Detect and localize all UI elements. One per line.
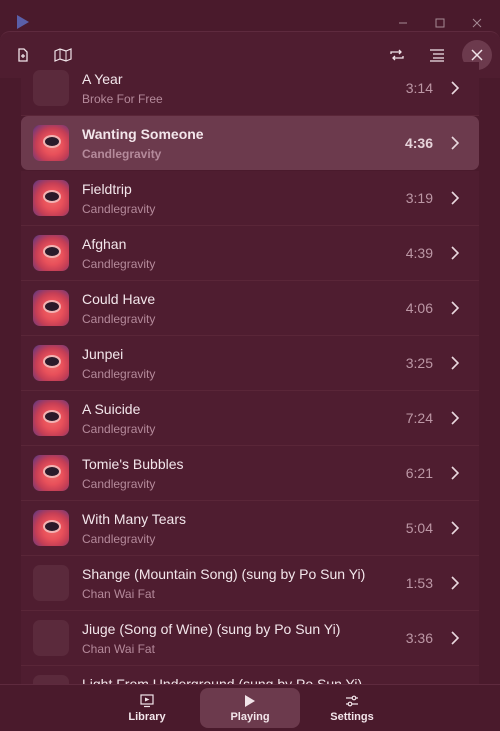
track-duration: 3:14 — [405, 80, 433, 96]
track-artist: Candlegravity — [82, 202, 156, 216]
chevron-right-icon[interactable] — [447, 299, 463, 317]
chevron-right-icon[interactable] — [447, 134, 463, 152]
track-title: A Suicide — [82, 401, 141, 417]
track-title: Wanting Someone — [82, 126, 204, 142]
album-art — [33, 290, 69, 326]
track-duration: 7:24 — [405, 410, 433, 426]
nav-settings-label: Settings — [330, 710, 374, 723]
nav-library[interactable]: Library — [97, 688, 197, 728]
playlist-row[interactable]: Jiuge (Song of Wine) (sung by Po Sun Yi)… — [21, 611, 479, 666]
album-art — [33, 180, 69, 216]
play-icon — [245, 694, 255, 707]
app-play-icon — [17, 15, 29, 29]
track-duration: 5:04 — [405, 520, 433, 536]
track-duration: 1:53 — [405, 575, 433, 591]
nav-playing[interactable]: Playing — [200, 688, 300, 728]
playlist-row[interactable]: With Many Tears Candlegravity 5:04 — [21, 501, 479, 556]
track-duration: 6:21 — [405, 465, 433, 481]
track-title: Light From Underground (sung by Po Sun Y… — [82, 676, 363, 684]
track-duration: 3:36 — [405, 630, 433, 646]
track-artist: Candlegravity — [82, 147, 162, 161]
album-art-placeholder — [33, 620, 69, 656]
playlist-row[interactable]: Fieldtrip Candlegravity 3:19 — [21, 171, 479, 226]
chevron-right-icon[interactable] — [447, 244, 463, 262]
library-icon — [140, 693, 154, 707]
album-art — [33, 125, 69, 161]
settings-sliders-icon — [346, 695, 358, 706]
chevron-right-icon[interactable] — [447, 519, 463, 537]
track-title: Could Have — [82, 291, 156, 307]
track-artist: Broke For Free — [82, 92, 163, 106]
track-artist: Candlegravity — [82, 257, 156, 271]
nav-playing-label: Playing — [230, 710, 270, 723]
track-artist: Chan Wai Fat — [82, 587, 155, 601]
repeat-icon — [390, 49, 404, 61]
nav-settings[interactable]: Settings — [302, 688, 402, 728]
album-art — [33, 510, 69, 546]
album-art — [33, 235, 69, 271]
close-icon — [472, 18, 482, 28]
chevron-right-icon[interactable] — [447, 189, 463, 207]
album-art — [33, 455, 69, 491]
playlist-row[interactable]: Junpei Candlegravity 3:25 — [21, 336, 479, 391]
maximize-icon — [435, 18, 445, 28]
playlist-row[interactable]: Wanting Someone Candlegravity 4:36 — [21, 116, 479, 170]
track-artist: Candlegravity — [82, 532, 156, 546]
track-title: Tomie's Bubbles — [82, 456, 184, 472]
close-icon — [471, 49, 483, 61]
playlist-row[interactable]: A Year Broke For Free 3:14 — [21, 62, 479, 116]
track-title: Junpei — [82, 346, 124, 362]
map-icon — [54, 48, 72, 62]
playlist-row[interactable]: Light From Underground (sung by Po Sun Y… — [21, 666, 479, 684]
track-duration: 4:39 — [405, 245, 433, 261]
album-art-placeholder — [33, 565, 69, 601]
playlist-row[interactable]: A Suicide Candlegravity 7:24 — [21, 391, 479, 446]
chevron-right-icon[interactable] — [447, 629, 463, 647]
chevron-right-icon[interactable] — [447, 409, 463, 427]
playlist: A Year Broke For Free 3:14 Wanting Someone C… — [21, 62, 479, 684]
bottom-navigation: Library Playing Settings — [0, 684, 500, 731]
album-art — [33, 400, 69, 436]
track-title: A Year — [82, 71, 123, 87]
track-title: Afghan — [82, 236, 127, 252]
track-title: Shange (Mountain Song) (sung by Po Sun Y… — [82, 566, 366, 582]
track-artist: Candlegravity — [82, 477, 156, 491]
playlist-row[interactable]: Could Have Candlegravity 4:06 — [21, 281, 479, 336]
album-art — [33, 345, 69, 381]
track-duration: 4:06 — [405, 300, 433, 316]
chevron-right-icon[interactable] — [447, 574, 463, 592]
playlist-icon — [430, 49, 444, 62]
open-file-icon — [18, 48, 28, 62]
nav-library-label: Library — [128, 710, 166, 723]
track-duration: 3:19 — [405, 190, 433, 206]
playlist-row[interactable]: Shange (Mountain Song) (sung by Po Sun Y… — [21, 556, 479, 611]
playlist-row[interactable]: Tomie's Bubbles Candlegravity 6:21 — [21, 446, 479, 501]
track-artist: Candlegravity — [82, 312, 156, 326]
track-artist: Candlegravity — [82, 367, 156, 381]
album-art-placeholder — [33, 675, 69, 684]
album-art-placeholder — [33, 70, 69, 106]
track-artist: Candlegravity — [82, 422, 156, 436]
track-title: Jiuge (Song of Wine) (sung by Po Sun Yi) — [82, 621, 341, 637]
chevron-right-icon[interactable] — [447, 464, 463, 482]
chevron-right-icon[interactable] — [447, 354, 463, 372]
track-duration: 3:25 — [405, 355, 433, 371]
chevron-right-icon[interactable] — [447, 79, 463, 97]
track-title: With Many Tears — [82, 511, 186, 527]
track-title: Fieldtrip — [82, 181, 132, 197]
track-artist: Chan Wai Fat — [82, 642, 155, 656]
playlist-row[interactable]: Afghan Candlegravity 4:39 — [21, 226, 479, 281]
track-duration: 4:36 — [404, 135, 433, 151]
minimize-icon — [399, 22, 407, 24]
